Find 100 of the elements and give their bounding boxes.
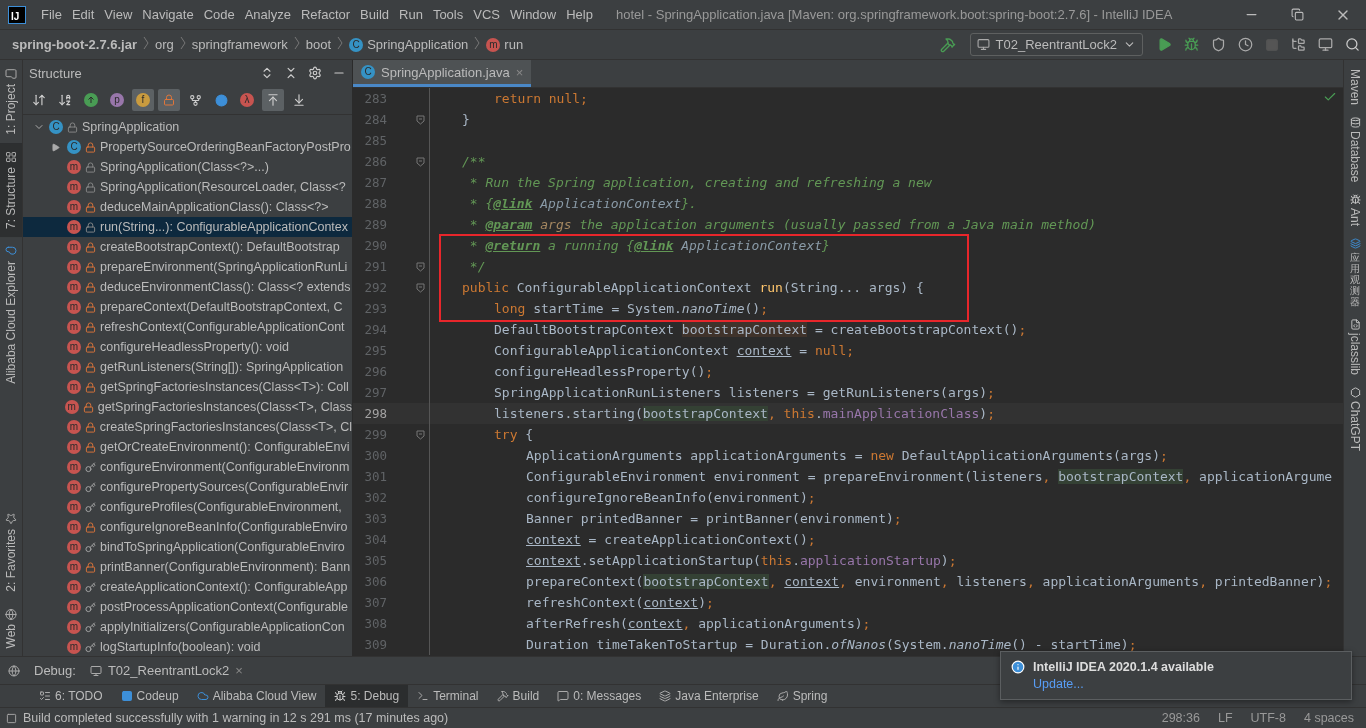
indent-setting[interactable]: 4 spaces <box>1303 711 1354 725</box>
fold-icon[interactable] <box>416 282 425 293</box>
tool-window-button[interactable]: Terminal <box>408 685 488 707</box>
run-icon[interactable] <box>1157 37 1172 52</box>
tree-item[interactable]: m SpringApplication(ResourceLoader, Class<? <box>23 177 352 197</box>
tree-item[interactable]: m configureEnvironment(ConfigurableEnvironm <box>23 457 352 477</box>
code-line: } <box>462 112 470 127</box>
tool-window-button[interactable]: Build <box>487 685 549 707</box>
fold-icon[interactable] <box>416 261 425 272</box>
tree-item[interactable]: C PropertySourceOrderingBeanFactoryPostPro <box>23 137 352 157</box>
menu-item[interactable]: Code <box>198 7 240 22</box>
tree-item[interactable]: m getSpringFactoriesInstances(Class<T>): Coll <box>23 377 352 397</box>
tree-item[interactable]: m getSpringFactoriesInstances(Class<T>, Class <box>23 397 352 417</box>
tool-window-tab[interactable]: ChatGPT <box>1344 381 1366 458</box>
update-link[interactable]: Update... <box>1033 677 1214 691</box>
tree-item[interactable]: m createSpringFactoriesInstances(Class<T>, Cl <box>23 417 352 437</box>
encoding[interactable]: UTF-8 <box>1250 711 1286 725</box>
cursor-position[interactable]: 298:36 <box>1161 711 1200 725</box>
tree-item-label: refreshContext(ConfigurableApplicationCont <box>100 320 345 334</box>
breadcrumb[interactable]: springframework <box>191 37 288 52</box>
tree-item[interactable]: m prepareEnvironment(SpringApplicationRunLi <box>23 257 352 277</box>
menu-item[interactable]: Edit <box>66 7 100 22</box>
tool-window-tab[interactable]: Web <box>0 599 22 656</box>
tree-item[interactable]: m configureProfiles(ConfigurableEnvironment, <box>23 497 352 517</box>
tool-window-tab[interactable]: Database <box>1344 111 1366 189</box>
fold-icon[interactable] <box>416 429 425 440</box>
tree-item[interactable]: m configureIgnoreBeanInfo(ConfigurableEnviro <box>23 517 352 537</box>
code-line: long startTime = System.nanoTime(); <box>494 301 768 316</box>
tree-item[interactable]: m refreshContext(ConfigurableApplicationCont <box>23 317 352 337</box>
close-icon[interactable]: × <box>235 663 243 678</box>
scroll-to-button[interactable] <box>262 89 284 111</box>
tool-window-tab[interactable]: 应用观测器 <box>1344 232 1366 314</box>
breadcrumb[interactable]: m run <box>486 37 524 52</box>
menu-item[interactable]: View <box>99 7 138 22</box>
tree-item[interactable]: m deduceEnvironmentClass(): Class<? extends <box>23 277 352 297</box>
breadcrumb[interactable]: spring-boot-2.7.6.jar <box>12 37 137 52</box>
breadcrumb[interactable]: org <box>154 37 174 52</box>
tool-window-button[interactable]: 5: Debug <box>325 685 409 707</box>
menu-item[interactable]: Help <box>561 7 598 22</box>
hammer-icon[interactable] <box>939 36 956 53</box>
monitor-icon[interactable] <box>1318 37 1333 52</box>
menu-item[interactable]: Window <box>504 7 562 22</box>
tool-window-tab[interactable]: 2: Favorites <box>0 504 22 600</box>
tree-item[interactable]: m prepareContext(DefaultBootstrapContext, C <box>23 297 352 317</box>
tree-item[interactable]: m applyInitializers(ConfigurableApplicationCon <box>23 617 352 637</box>
scroll-to-icon <box>266 93 280 107</box>
fold-icon[interactable] <box>416 156 425 167</box>
debug-tab[interactable]: T02_ReentrantLock2 × <box>89 663 243 678</box>
tree-item[interactable]: m createBootstrapContext(): DefaultBootstrap <box>23 237 352 257</box>
tree-item[interactable]: m configureHeadlessProperty(): void <box>23 337 352 357</box>
menu-item[interactable]: Build <box>355 7 394 22</box>
folder-icon <box>5 68 17 80</box>
menu-item[interactable]: Tools <box>427 7 469 22</box>
tree-item[interactable]: m getOrCreateEnvironment(): ConfigurableEnvi <box>23 437 352 457</box>
run-config-dropdown[interactable]: T02_ReentrantLock2 <box>969 33 1143 56</box>
menu-item[interactable]: Navigate <box>137 7 199 22</box>
tree-item[interactable]: m deduceMainApplicationClass(): Class<?> <box>23 197 352 217</box>
tool-window-tab[interactable]: Alibaba Cloud Explorer <box>0 236 22 392</box>
project-structure-icon[interactable] <box>1291 37 1306 52</box>
tool-window-tab[interactable]: 7: Structure <box>0 142 22 237</box>
method-icon: m <box>67 280 81 294</box>
tree-item[interactable]: m createApplicationContext(): ConfigurableApp <box>23 577 352 597</box>
breadcrumb[interactable]: boot <box>305 37 332 52</box>
tree-item[interactable]: m run(String...): ConfigurableApplicationContex <box>23 217 352 237</box>
collapse-all-icon[interactable] <box>284 66 298 80</box>
coverage-icon[interactable] <box>1211 37 1226 52</box>
tool-window-button[interactable]: Java Enterprise <box>650 685 768 707</box>
menu-item[interactable]: Analyze <box>239 7 296 22</box>
menu-item[interactable]: Refactor <box>295 7 356 22</box>
tool-window-button[interactable]: 6: TODO <box>30 685 112 707</box>
editor-tab[interactable]: C SpringApplication.java × <box>353 60 532 87</box>
menu-item[interactable]: VCS <box>468 7 505 22</box>
tool-window-tab[interactable]: jclasslib <box>1344 313 1366 382</box>
tree-item[interactable]: m postProcessApplicationContext(Configurable <box>23 597 352 617</box>
method-icon: m <box>66 420 81 434</box>
tool-window-tab[interactable]: Maven <box>1344 60 1366 112</box>
tool-window-button[interactable]: Spring <box>767 685 837 707</box>
tree-item[interactable]: m SpringApplication(Class<?>...) <box>23 157 352 177</box>
tree-item[interactable]: m configurePropertySources(ConfigurableEnvir <box>23 477 352 497</box>
fold-icon[interactable] <box>416 114 425 125</box>
menu-item[interactable]: File <box>36 7 67 22</box>
tool-window-tab[interactable]: 1: Project <box>0 60 22 143</box>
tree-item[interactable]: m getRunListeners(String[]): SpringApplication <box>23 357 352 377</box>
settings-icon[interactable] <box>308 66 322 80</box>
tool-window-button[interactable]: Alibaba Cloud View <box>187 685 326 707</box>
class-icon: C <box>49 120 63 134</box>
tree-item[interactable]: m logStartupInfo(boolean): void <box>23 637 352 656</box>
tool-window-button[interactable]: Codeup <box>111 685 188 707</box>
tree-item[interactable]: m printBanner(ConfigurableEnvironment): Bann <box>23 557 352 577</box>
tree-item[interactable]: C SpringApplication <box>23 117 352 137</box>
line-separator[interactable]: LF <box>1217 711 1233 725</box>
tree-item[interactable]: m bindToSpringApplication(ConfigurableEnviro <box>23 537 352 557</box>
collapsed-icon[interactable] <box>51 142 60 152</box>
star-icon <box>5 512 17 525</box>
tool-window-button[interactable]: 0: Messages <box>548 685 651 707</box>
tool-window-tab[interactable]: Ant <box>1344 188 1366 233</box>
bug-icon[interactable] <box>1184 37 1199 52</box>
search-icon[interactable] <box>1345 37 1360 52</box>
breadcrumb[interactable]: C SpringApplication <box>349 37 469 52</box>
menu-item[interactable]: Run <box>394 7 428 22</box>
